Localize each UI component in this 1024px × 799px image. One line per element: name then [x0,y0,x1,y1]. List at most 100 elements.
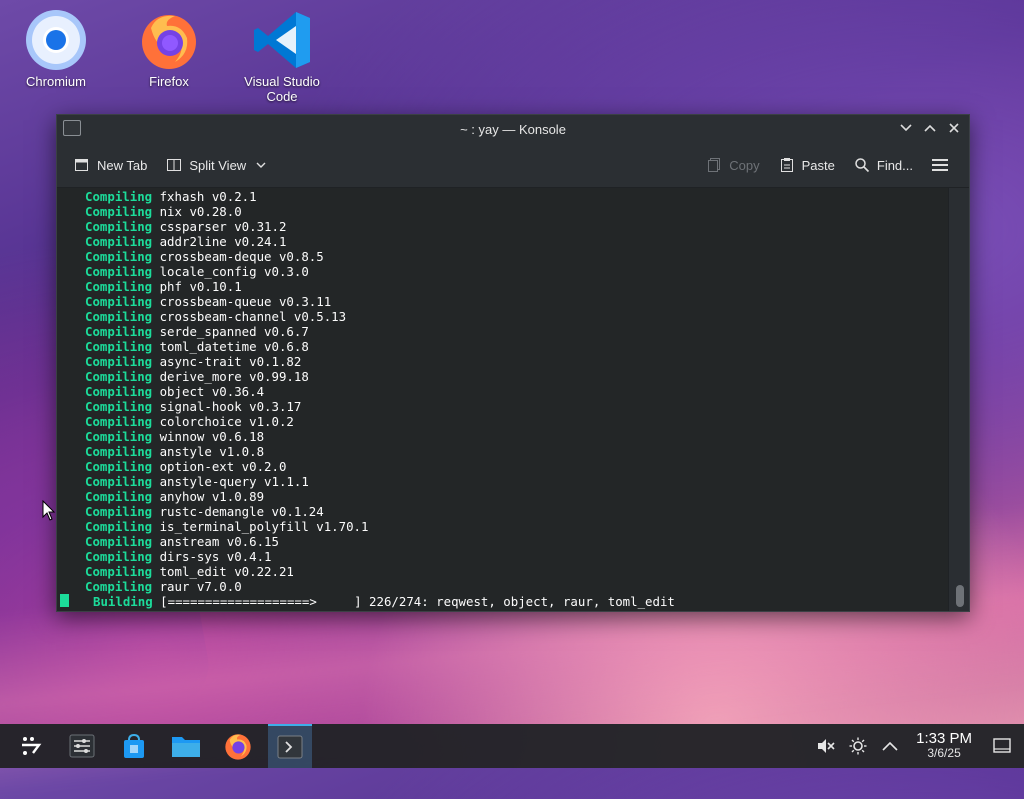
search-icon [853,156,871,174]
terminal-line: Compiling dirs-sys v0.4.1 [57,549,949,564]
desktop-icon-firefox[interactable]: Firefox [121,2,217,89]
terminal-line-text: cssparser v0.31.2 [152,219,287,234]
taskbar-discover-store[interactable] [112,724,156,768]
terminal-line-keyword: Compiling [85,369,153,384]
chevron-down-icon [900,124,912,132]
terminal-line-keyword: Compiling [85,264,153,279]
taskbar-konsole[interactable] [268,724,312,768]
terminal-line: Compiling cssparser v0.31.2 [57,219,949,234]
terminal-line-text: toml_datetime v0.6.8 [152,339,309,354]
terminal-line-text: is_terminal_polyfill v1.70.1 [152,519,369,534]
terminal-line-text: rustc-demangle v0.1.24 [152,504,324,519]
copy-label: Copy [729,157,760,173]
terminal-line-keyword: Compiling [85,414,153,429]
app-launcher-icon [22,737,42,755]
terminal-line: Compiling is_terminal_polyfill v1.70.1 [57,519,949,534]
terminal-line-text: crossbeam-channel v0.5.13 [152,309,347,324]
taskbar-system-settings[interactable] [60,724,104,768]
new-tab-icon [73,156,91,174]
terminal-line-text: anstream v0.6.15 [152,534,279,549]
terminal-line: Compiling phf v0.10.1 [57,279,949,294]
system-settings-icon [69,734,95,758]
window-title: ~ : yay — Konsole [460,121,566,137]
show-desktop-icon [993,738,1011,753]
taskbar-file-manager[interactable] [164,724,208,768]
terminal-line-keyword: Compiling [85,519,153,534]
terminal-building-keyword: Building [93,594,153,609]
terminal-line: Compiling signal-hook v0.3.17 [57,399,949,414]
terminal-line: Compiling derive_more v0.99.18 [57,369,949,384]
terminal-line-text: addr2line v0.24.1 [152,234,287,249]
maximize-button[interactable] [921,119,939,137]
terminal-line-keyword: Compiling [85,459,153,474]
terminal-line: Compiling object v0.36.4 [57,384,949,399]
find-button[interactable]: Find... [847,152,919,178]
terminal-line: Compiling anyhow v1.0.89 [57,489,949,504]
terminal-line-text: locale_config v0.3.0 [152,264,309,279]
split-view-label: Split View [189,157,247,173]
terminal-line-keyword: Compiling [85,249,153,264]
copy-button[interactable]: Copy [699,152,765,178]
terminal-scrollbar[interactable] [948,188,969,611]
taskbar-firefox[interactable] [216,724,260,768]
hamburger-menu-button[interactable] [925,152,955,178]
taskbar-clock[interactable]: 1:33 PM 3/6/25 [916,731,972,761]
terminal-line: Compiling option-ext v0.2.0 [57,459,949,474]
close-button[interactable] [945,119,963,137]
terminal-line: Compiling addr2line v0.24.1 [57,234,949,249]
konsole-window: ~ : yay — Konsole New Tab Split View Cop… [56,114,970,612]
new-tab-button[interactable]: New Tab [67,152,153,178]
new-tab-label: New Tab [97,157,148,173]
minimize-button[interactable] [897,119,915,137]
terminal-line: Compiling winnow v0.6.18 [57,429,949,444]
terminal-line-text: anstyle v1.0.8 [152,444,265,459]
terminal-line-keyword: Compiling [85,489,153,504]
chromium-icon [26,10,86,70]
chevron-down-icon[interactable] [252,156,270,174]
terminal-line: Compiling anstyle v1.0.8 [57,444,949,459]
terminal-line: Compiling async-trait v0.1.82 [57,354,949,369]
terminal-line-keyword: Compiling [85,504,153,519]
terminal-line-text: raur v7.0.0 [152,579,242,594]
terminal-line-keyword: Compiling [85,564,153,579]
terminal-line-text: anyhow v1.0.89 [152,489,265,504]
show-desktop-button[interactable] [990,734,1014,758]
paste-button[interactable]: Paste [772,152,841,178]
clock-time: 1:33 PM [916,730,972,747]
desktop-icon-label: Firefox [149,74,189,89]
terminal-line: Compiling colorchoice v1.0.2 [57,414,949,429]
desktop-icon-vscode[interactable]: Visual Studio Code [234,2,330,104]
tray-expand-chevron-up-icon[interactable] [878,734,902,758]
terminal-line-text: async-trait v0.1.82 [152,354,302,369]
terminal-line-text: fxhash v0.2.1 [152,189,257,204]
taskbar: 1:33 PM 3/6/25 [0,724,1024,768]
terminal-output[interactable]: Compiling fxhash v0.2.1 Compiling nix v0.… [57,188,949,611]
terminal-line-keyword: Compiling [85,309,153,324]
chevron-up-icon [924,124,936,132]
volume-muted-icon[interactable] [814,734,838,758]
terminal-line-keyword: Compiling [85,549,153,564]
terminal-line: Compiling nix v0.28.0 [57,204,949,219]
terminal-line: Compiling rustc-demangle v0.1.24 [57,504,949,519]
window-titlebar[interactable]: ~ : yay — Konsole [57,115,969,143]
terminal-line: Compiling toml_datetime v0.6.8 [57,339,949,354]
desktop-icon-chromium[interactable]: Chromium [8,2,104,89]
terminal-line-keyword: Compiling [85,204,153,219]
terminal-line-text: crossbeam-queue v0.3.11 [152,294,332,309]
terminal-line-text: anstyle-query v1.1.1 [152,474,309,489]
terminal-line-keyword: Compiling [85,354,153,369]
terminal-line-text: colorchoice v1.0.2 [152,414,294,429]
taskbar-app-launcher[interactable] [8,724,52,768]
terminal-line: Compiling crossbeam-queue v0.3.11 [57,294,949,309]
split-view-button[interactable]: Split View [159,152,276,178]
terminal-line-keyword: Compiling [85,399,153,414]
brightness-icon[interactable] [846,734,870,758]
scrollbar-thumb[interactable] [956,585,964,607]
terminal-line-text: dirs-sys v0.4.1 [152,549,272,564]
hamburger-menu-icon [931,156,949,174]
terminal-line-text: phf v0.10.1 [152,279,242,294]
copy-icon [705,156,723,174]
konsole-app-icon[interactable] [63,120,81,136]
terminal-line: Compiling anstyle-query v1.1.1 [57,474,949,489]
terminal-line: Compiling anstream v0.6.15 [57,534,949,549]
